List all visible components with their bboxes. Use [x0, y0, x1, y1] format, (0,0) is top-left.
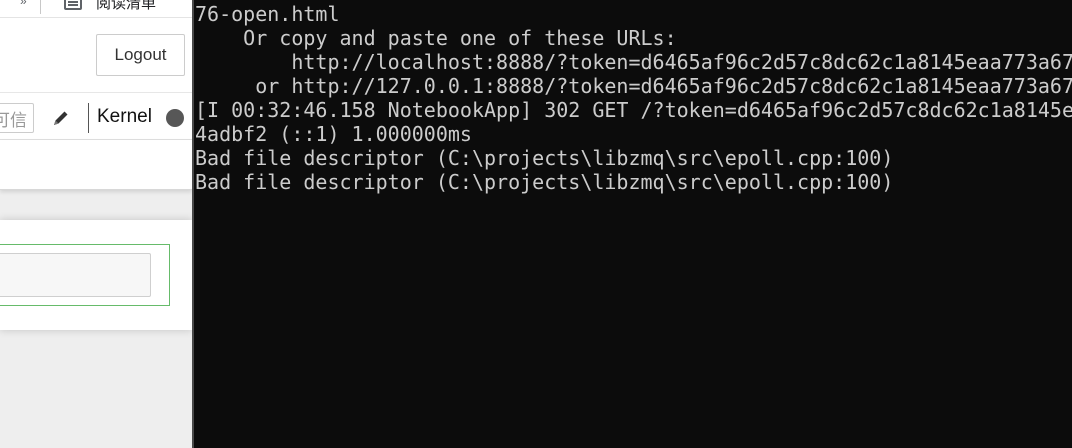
- trusted-indicator-button[interactable]: 可信: [0, 103, 34, 133]
- terminal-line: http://localhost:8888/?token=d6465af96c2…: [195, 50, 1072, 74]
- kernel-menu[interactable]: Kernel: [97, 106, 152, 128]
- reading-list-icon[interactable]: [64, 0, 82, 10]
- terminal-output: 76-open.html Or copy and paste one of th…: [195, 2, 1072, 194]
- terminal-line: Bad file descriptor (C:\projects\libzmq\…: [195, 146, 894, 170]
- code-cell[interactable]: [0, 244, 170, 306]
- pencil-icon: [54, 111, 68, 125]
- terminal-window[interactable]: 76-open.html Or copy and paste one of th…: [192, 0, 1072, 448]
- terminal-line: 76-open.html: [195, 2, 340, 26]
- terminal-line: or http://127.0.0.1:8888/?token=d6465af9…: [195, 74, 1072, 98]
- terminal-line: [I 00:32:46.158 NotebookApp] 302 GET /?t…: [195, 98, 1072, 122]
- terminal-line: Bad file descriptor (C:\projects\libzmq\…: [195, 170, 894, 194]
- cell-input-editor[interactable]: [0, 253, 151, 297]
- logout-button[interactable]: Logout: [96, 34, 185, 76]
- bookmarks-overflow-chevron-icon[interactable]: »: [20, 0, 27, 8]
- edit-notebook-button[interactable]: [44, 103, 78, 133]
- reading-list-label[interactable]: 阅读清单: [96, 0, 156, 13]
- bookmarks-divider: [40, 0, 41, 14]
- terminal-line: Or copy and paste one of these URLs:: [195, 26, 677, 50]
- notebook-subbar: [0, 140, 192, 190]
- toolbar-divider: [88, 103, 89, 133]
- bookmarks-bar: » 阅读清单: [0, 0, 192, 18]
- jupyter-header: Logout: [0, 18, 192, 92]
- browser-window: » 阅读清单 Logout 可信 Kernel: [0, 0, 192, 448]
- notebook-container: [0, 220, 192, 330]
- terminal-line: 4adbf2 (::1) 1.000000ms: [195, 122, 472, 146]
- notebook-toolbar: 可信 Kernel: [0, 92, 192, 140]
- kernel-idle-circle-icon: [166, 109, 184, 127]
